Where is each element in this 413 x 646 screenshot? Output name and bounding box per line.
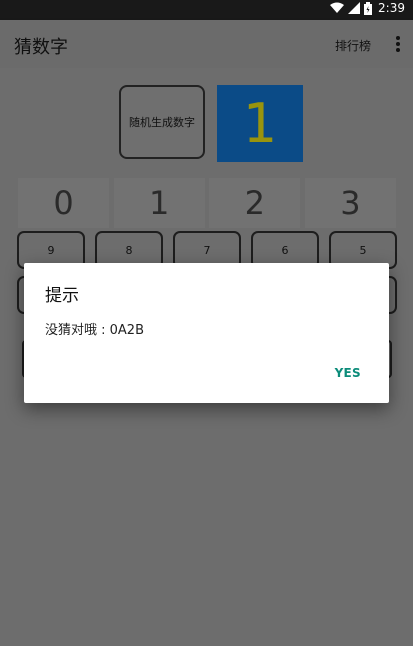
status-bar: 2:39 [0,0,413,20]
dialog-yes-button[interactable]: YES [335,366,361,380]
guess-digits: 0 1 2 3 [18,178,396,228]
dialog-message: 没猜对哦 : 0A2B [45,323,144,338]
guess-digit-2: 1 [113,178,205,228]
signal-icon [348,2,361,14]
status-icons: 2:39 [330,1,405,15]
hint-dialog: 提示 没猜对哦 : 0A2B YES [24,263,389,403]
generate-random-number-button[interactable]: 随机生成数字 [119,85,205,159]
dialog-title: 提示 [45,286,79,306]
battery-icon [364,1,373,15]
clock-time: 2:39 [378,1,405,15]
more-options-icon[interactable] [395,34,401,54]
guess-digit-1: 0 [18,178,109,228]
attempt-counter: 1 [217,85,303,162]
app-bar: 猜数字 排行榜 [0,20,413,68]
leaderboard-menu-item[interactable]: 排行榜 [335,37,371,54]
wifi-icon [330,2,345,13]
guess-digit-4: 3 [304,178,396,228]
guess-digit-3: 2 [209,178,301,228]
app-title: 猜数字 [14,37,68,58]
